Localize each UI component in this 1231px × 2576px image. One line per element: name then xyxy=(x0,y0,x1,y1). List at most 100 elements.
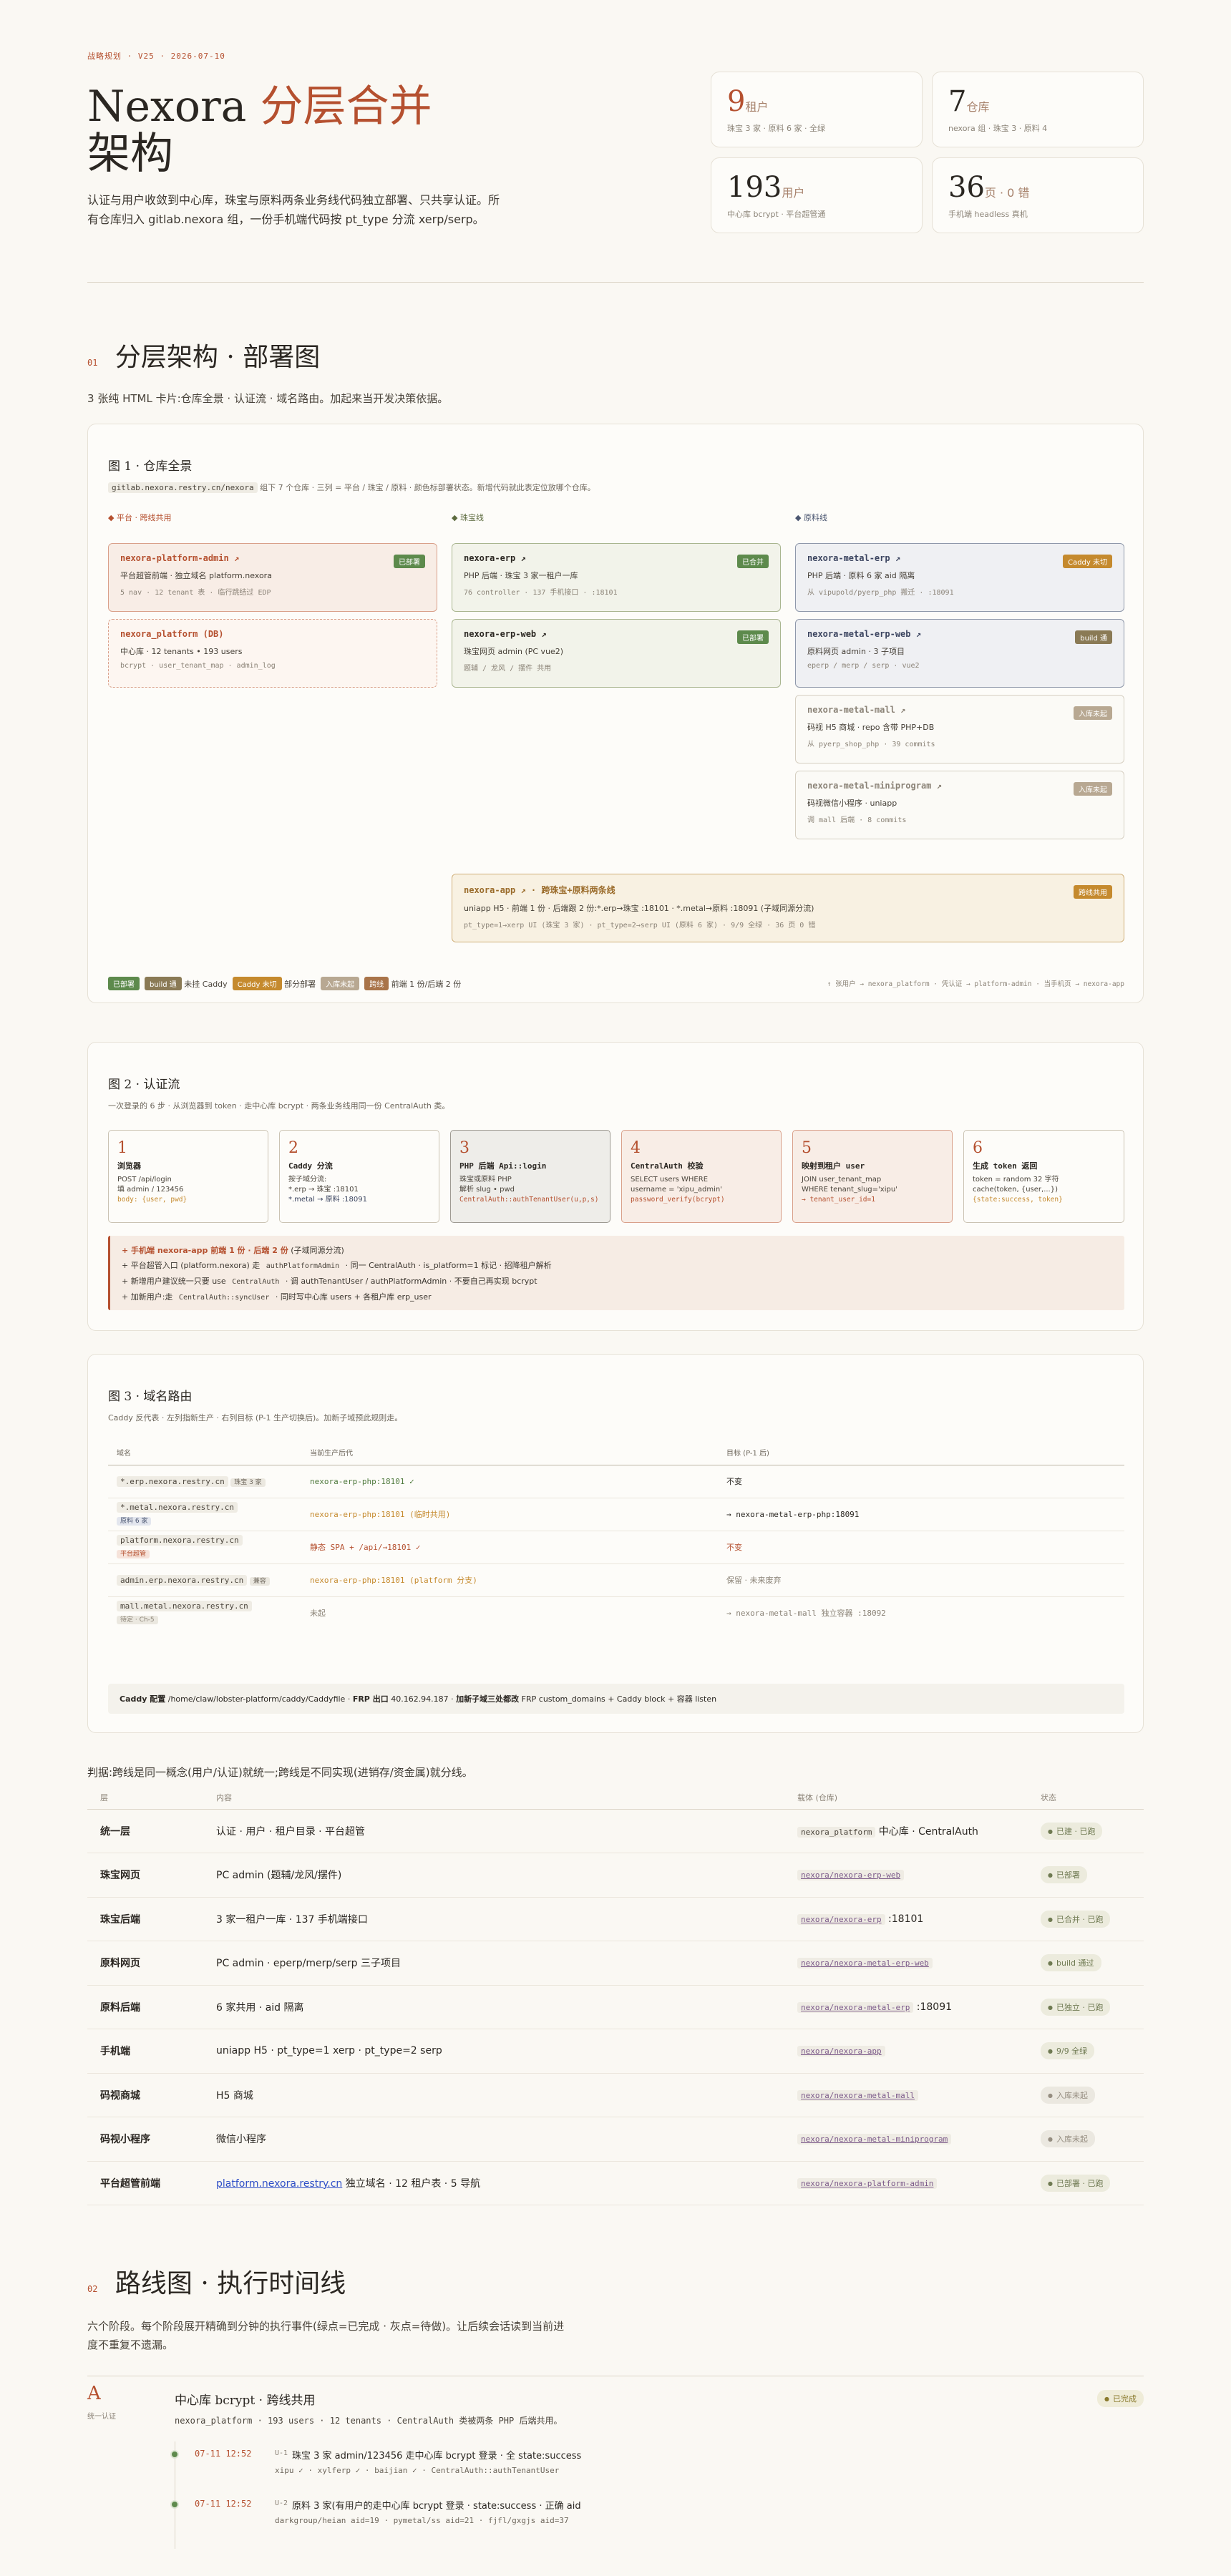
figure-sub: Caddy 反代表 · 左列指新生产 · 右列目标 (P-1 生产切换后)。加新… xyxy=(108,1413,403,1423)
domain-link[interactable]: platform.nexora.restry.cn xyxy=(216,2178,342,2190)
repo-link[interactable]: nexora/nexora-metal-mall xyxy=(797,2089,918,2101)
done-dot-icon xyxy=(170,2500,179,2509)
repo-erp-web[interactable]: nexora-erp-web ↗ 已部署 珠宝网页 admin (PC vue2… xyxy=(452,619,781,688)
col-jewelry: ◆ 珠宝线 xyxy=(452,513,484,522)
legend: 已部署 build 通 未挂 Caddy Caddy 未切 部分部署 入库未起 … xyxy=(108,977,1124,990)
layer-name: 珠宝网页 xyxy=(100,1870,140,1882)
layer-name: 平台超管前端 xyxy=(100,2177,160,2190)
layer-repo: nexora/nexora-metal-miniprogram xyxy=(797,2117,1041,2162)
auth-steps: 1 浏览器 POST /api/login 填 admin / 123456 bo… xyxy=(108,1130,1124,1223)
status-badge: build 通 xyxy=(1075,630,1112,644)
status-badge: 已合并 · 已跑 xyxy=(1041,1910,1111,1928)
section-title: 分层架构 · 部署图 xyxy=(115,343,321,372)
layer-content: 认证 · 用户 · 租户目录 · 平台超管 xyxy=(216,1825,366,1838)
repo-metal-erp-web[interactable]: nexora-metal-erp-web ↗ build 通 原料网页 admi… xyxy=(795,619,1124,688)
note-item: + 加新用户:走 CentralAuth::syncUser · 同时写中心库 … xyxy=(122,1292,432,1302)
status-badge: 已部署 xyxy=(737,630,769,644)
repo-link[interactable]: nexora/nexora-metal-erp-web xyxy=(797,1958,933,1969)
step-token: 6 生成 token 返回 token = random 32 字符 cache(… xyxy=(963,1130,1124,1223)
layer-repo: nexora/nexora-metal-erp :18091 xyxy=(797,1985,1041,2029)
status-badge: build 通过 xyxy=(1041,1954,1101,1972)
layer-content: H5 商城 xyxy=(216,2089,253,2102)
col-platform: ◆ 平台 · 跨线共用 xyxy=(108,513,172,522)
table-row: 手机端 uniapp H5 · pt_type=1 xerp · pt_type=… xyxy=(87,2029,1144,2074)
status-badge: 已部署 xyxy=(394,555,425,568)
figure-sub: gitlab.nexora.restry.cn/nexora 组下 7 个仓库 … xyxy=(108,482,595,493)
table-row: 码视小程序 微信小程序 nexora/nexora-metal-miniprogra… xyxy=(87,2117,1144,2162)
step-browser: 1 浏览器 POST /api/login 填 admin / 123456 bo… xyxy=(108,1130,268,1223)
col-metal: ◆ 原料线 xyxy=(795,513,827,522)
status-badge: 入库未起 xyxy=(1041,2086,1095,2104)
layer-content: uniapp H5 · pt_type=1 xerp · pt_type=2 s… xyxy=(216,2045,442,2057)
figure-title: 图 1 · 仓库全景 xyxy=(108,459,193,474)
note-item: + 新增用户建议统一只要 use CentralAuth · 调 authTen… xyxy=(122,1277,537,1286)
section-02-header: 02 路线图 · 执行时间线 六个阶段。每个阶段展开精确到分钟的执行事件(绿点=… xyxy=(87,2263,1144,2354)
repo-erp[interactable]: nexora-erp ↗ 已合并 PHP 后端 · 珠宝 3 家一租户一库 76… xyxy=(452,543,781,612)
table-row: 珠宝网页 PC admin (题辅/龙风/摆件) nexora/nexora-erp… xyxy=(87,1853,1144,1897)
repo-link[interactable]: nexora/nexora-app xyxy=(797,2046,885,2057)
layer-name: 原料后端 xyxy=(100,2001,140,2014)
table-row: 统一层 认证 · 用户 · 租户目录 · 平台超管 nexora_platform … xyxy=(87,1809,1144,1853)
figure-routing: 图 3 · 域名路由 Caddy 反代表 · 左列指新生产 · 右列目标 (P-… xyxy=(87,1354,1144,1733)
legend-flow: ↑ 张用户 → nexora_platform · 凭认证 → platform… xyxy=(827,980,1124,988)
repo-link[interactable]: nexora/nexora-erp-web xyxy=(797,1870,905,1881)
section-desc: 3 张纯 HTML 卡片:仓库全景 · 认证流 · 域名路由。加起来当开发决策依… xyxy=(87,392,449,405)
repo-link: nexora_platform xyxy=(797,1826,876,1838)
status-badge: 已建 · 已跑 xyxy=(1041,1822,1103,1840)
layer-repo: nexora/nexora-metal-erp-web xyxy=(797,1941,1041,1986)
section-01-header: 01 分层架构 · 部署图 3 张纯 HTML 卡片:仓库全景 · 认证流 · … xyxy=(87,336,1144,406)
done-dot-icon xyxy=(170,2450,179,2459)
table-row: admin.erp.nexora.restry.cn 兼容 nexora-erp… xyxy=(108,1563,1124,1596)
layer-repo: nexora_platform 中心库 · CentralAuth xyxy=(797,1809,1041,1853)
repo-link[interactable]: nexora/nexora-metal-erp xyxy=(797,2001,914,2013)
repo-link[interactable]: nexora/nexora-platform-admin xyxy=(797,2177,938,2189)
phase-a: A 统一认证 中心库 bcrypt · 跨线共用 nexora_platform… xyxy=(87,2377,1144,2576)
section-title: 路线图 · 执行时间线 xyxy=(115,2269,346,2298)
status-badge: 已部署 · 已跑 xyxy=(1041,2174,1111,2192)
summary-table: 层 内容 载体 (仓库) 状态 统一层 认证 · 用户 · 租户目录 · 平台超管… xyxy=(87,1786,1144,2205)
status-badge: 入库未起 xyxy=(1041,2130,1095,2148)
phase-desc: nexora_platform · 193 users · 12 tenants… xyxy=(175,2416,563,2426)
layer-name: 统一层 xyxy=(100,1825,130,1838)
figure-title: 图 2 · 认证流 xyxy=(108,1078,180,1092)
section-desc: 六个阶段。每个阶段展开精确到分钟的执行事件(绿点=已完成 · 灰点=待做)。让后… xyxy=(87,2320,565,2351)
layer-content: 微信小程序 xyxy=(216,2134,266,2146)
table-row: 平台超管前端 platform.nexora.restry.cn 独立域名 · 1… xyxy=(87,2161,1144,2205)
table-row: platform.nexora.restry.cn 平台超管 静态 SPA + /… xyxy=(108,1531,1124,1563)
table-row: 原料后端 6 家共用 · aid 隔离 nexora/nexora-metal-er… xyxy=(87,1985,1144,2029)
status-badge: 入库未起 xyxy=(1074,782,1112,796)
summary-intro: 判据:跨线是同一概念(用户/认证)就统一;跨线是不同实现(进销存/资金属)就分线… xyxy=(87,1766,473,1779)
status-badge: 已合并 xyxy=(737,555,769,568)
repo-metal-erp[interactable]: nexora-metal-erp ↗ Caddy 未切 PHP 后端 · 原料 … xyxy=(795,543,1124,612)
hero-lead: 认证与用户收敛到中心库，珠宝与原料两条业务线代码独立部署、只共享认证。所有仓库归… xyxy=(87,193,500,226)
stat-pages: 36页 · 0 错 手机端 headless 真机 xyxy=(932,157,1144,233)
routing-footer: Caddy 配置 /home/claw/lobster-platform/cad… xyxy=(108,1684,1124,1714)
layer-name: 原料网页 xyxy=(100,1958,140,1970)
layer-name: 珠宝后端 xyxy=(100,1913,140,1926)
status-badge: 已独立 · 已跑 xyxy=(1041,1998,1111,2016)
step-centralauth: 4 CentralAuth 校验 SELECT users WHERE usern… xyxy=(621,1130,782,1223)
repo-metal-mall[interactable]: nexora-metal-mall ↗ 入库未起 码视 H5 商城 · repo… xyxy=(795,695,1124,763)
repo-app[interactable]: nexora-app ↗ · 跨珠宝+原料两条线 跨线共用 uniapp H5 … xyxy=(452,874,1124,942)
status-badge: 已完成 xyxy=(1097,2390,1144,2407)
auth-notes: + 手机端 nexora-app 前端 1 份 · 后端 2 份 (子域同源分流… xyxy=(108,1236,1124,1310)
repo-metal-miniprogram[interactable]: nexora-metal-miniprogram ↗ 入库未起 码视微信小程序 … xyxy=(795,771,1124,839)
layer-repo: nexora/nexora-app xyxy=(797,2029,1041,2074)
routing-table: 域名 当前生产后代 目标 (P-1 后) *.erp.nexora.restry… xyxy=(108,1440,1124,1629)
layer-repo: nexora/nexora-erp :18101 xyxy=(797,1897,1041,1941)
repo-link[interactable]: nexora/nexora-erp xyxy=(797,1913,885,1925)
figure-title: 图 3 · 域名路由 xyxy=(108,1390,193,1404)
layer-repo: nexora/nexora-metal-mall xyxy=(797,2073,1041,2117)
stat-repos: 7仓库 nexora 组 · 珠宝 3 · 原料 4 xyxy=(932,72,1144,147)
layer-content: 6 家共用 · aid 隔离 xyxy=(216,2001,304,2014)
table-row: 码视商城 H5 商城 nexora/nexora-metal-mall 入库未起 xyxy=(87,2073,1144,2117)
layer-content: platform.nexora.restry.cn 独立域名 · 12 租户表 … xyxy=(216,2177,481,2190)
phase-title: 中心库 bcrypt · 跨线共用 xyxy=(175,2394,316,2408)
repo-platform-admin[interactable]: nexora-platform-admin ↗ 已部署 平台超管前端 · 独立域… xyxy=(108,543,437,612)
repo-platform-db: nexora_platform (DB) 中心库 · 12 tenants • … xyxy=(108,619,437,688)
table-row: mall.metal.nexora.restry.cn 待定 · Ch-5 未起 … xyxy=(108,1596,1124,1629)
repo-link[interactable]: nexora/nexora-metal-miniprogram xyxy=(797,2134,952,2145)
phase-letter: A xyxy=(87,2383,101,2404)
note-item: + 平台超管入口 (platform.nexora) 走 authPlatfor… xyxy=(122,1261,552,1270)
layer-content: PC admin (题辅/龙风/摆件) xyxy=(216,1870,342,1882)
